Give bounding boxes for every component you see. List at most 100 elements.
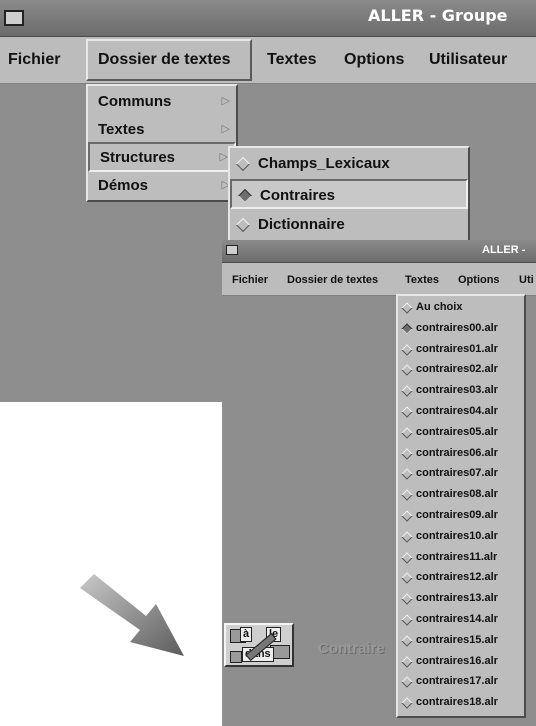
main-window-title: ALLER - Groupe [368,6,508,25]
menu-dossier-de-textes[interactable]: Dossier de textes [287,274,378,286]
textes-item[interactable]: contraires08.alr [398,485,524,505]
textes-item-label: contraires10.alr [416,529,498,542]
textes-item-label: contraires13.alr [416,592,498,605]
textes-item-label: contraires02.alr [416,363,498,376]
radio-icon [401,531,413,543]
secondary-window-title: ALLER - [482,244,526,256]
textes-item-label: contraires14.alr [416,613,498,625]
radio-icon [401,489,413,501]
textes-item[interactable]: contraires17.alr [398,672,524,692]
textes-item[interactable]: Au choix [398,298,524,318]
menu-utilisateur[interactable]: Utilisateur [429,51,507,69]
structures-item-label: Dictionnaire [258,216,345,233]
textes-item[interactable]: contraires18.alr [398,693,524,713]
textes-item-label: contraires08.alr [416,488,498,501]
textes-item-label: contraires01.alr [416,342,498,355]
radio-icon [401,427,413,439]
radio-selected-icon [401,323,413,335]
main-menubar: Fichier Dossier de textes Textes Options… [0,37,536,84]
radio-icon [401,364,413,377]
contraire-tool-button[interactable]: à le dans [224,623,294,667]
window-menu-icon[interactable] [4,10,24,26]
menu-options[interactable]: Options [458,274,500,286]
window-menu-icon[interactable] [226,245,238,255]
radio-icon [401,655,413,668]
radio-icon [401,406,413,418]
dossier-item-label: Textes [98,121,145,138]
dossier-item-demos[interactable]: Démos ▷ [88,172,236,200]
submenu-arrow-icon: ▷ [221,123,230,135]
radio-icon [401,468,413,481]
textes-item[interactable]: contraires04.alr [398,402,524,422]
radio-icon [401,302,413,314]
radio-icon [401,343,413,356]
dossier-item-communs[interactable]: Communs ▷ [88,88,236,116]
textes-item[interactable]: contraires02.alr [398,360,524,380]
menu-options[interactable]: Options [344,51,404,69]
textes-item[interactable]: contraires09.alr [398,506,524,526]
arrow-down-right-icon [80,574,184,656]
textes-item[interactable]: contraires05.alr [398,423,524,443]
textes-item[interactable]: contraires12.alr [398,568,524,588]
radio-icon [401,697,413,709]
textes-item-label: contraires06.alr [416,446,498,459]
structures-item-dictionnaire[interactable]: Dictionnaire [230,210,468,240]
menu-dossier-de-textes[interactable]: Dossier de textes [98,51,231,69]
tool-label: Contraire [318,640,385,657]
textes-item-label: contraires17.alr [416,675,498,688]
textes-item[interactable]: contraires14.alr [398,610,524,630]
structures-submenu: Champs_Lexicaux Contraires Dictionnaire [228,146,470,244]
tool-block-icon [230,651,242,663]
main-window-titlebar[interactable]: ALLER - Groupe [0,0,536,37]
radio-selected-icon [237,188,253,204]
textes-item-label: contraires04.alr [416,405,498,417]
textes-item[interactable]: contraires06.alr [398,444,524,464]
dossier-item-structures[interactable]: Structures ▷ [88,142,236,172]
radio-icon [401,676,413,689]
menu-textes[interactable]: Textes [405,274,439,286]
dossier-item-label: Démos [98,177,149,194]
textes-item-label: Au choix [416,301,463,313]
textes-item[interactable]: contraires13.alr [398,589,524,609]
secondary-window-titlebar[interactable]: ALLER - [222,240,536,263]
structures-item-contraires[interactable]: Contraires [230,179,468,209]
textes-item-label: contraires15.alr [416,633,498,646]
radio-icon [401,614,413,626]
radio-icon [401,510,413,522]
menu-utilisateur[interactable]: Uti [519,274,534,286]
menu-textes[interactable]: Textes [267,51,317,69]
radio-icon [401,572,413,585]
textes-item-label: contraires09.alr [416,509,498,521]
textes-item[interactable]: contraires03.alr [398,381,524,401]
textes-item-label: contraires16.alr [416,654,498,667]
menu-fichier[interactable]: Fichier [8,51,60,69]
textes-item-label: contraires07.alr [416,467,498,480]
radio-icon [401,385,413,397]
structures-item-label: Champs_Lexicaux [258,155,390,172]
textes-item-label: contraires00.alr [416,321,498,334]
submenu-arrow-icon: ▷ [219,151,228,163]
textes-item[interactable]: contraires00.alr [398,319,524,339]
radio-icon [401,593,413,605]
dossier-item-label: Structures [100,149,176,166]
textes-item-label: contraires03.alr [416,384,498,397]
textes-item-label: contraires12.alr [416,571,498,584]
dossier-item-label: Communs [98,93,172,110]
textes-item[interactable]: contraires15.alr [398,631,524,651]
radio-icon [235,156,251,172]
radio-icon [401,447,413,460]
menu-fichier[interactable]: Fichier [232,274,268,286]
dossier-item-textes[interactable]: Textes ▷ [88,116,236,144]
textes-item[interactable]: contraires10.alr [398,527,524,547]
textes-item[interactable]: contraires01.alr [398,340,524,360]
submenu-arrow-icon: ▷ [221,95,230,107]
textes-item[interactable]: contraires07.alr [398,464,524,484]
radio-icon [401,551,413,564]
textes-dropdown: Au choix contraires00.alr contraires01.alr… [396,294,526,718]
structures-item-label: Contraires [260,187,336,204]
structures-item-champs-lexicaux[interactable]: Champs_Lexicaux [230,149,468,179]
textes-item-label: contraires11.alr [416,550,498,563]
tool-word: à [240,627,253,642]
textes-item[interactable]: contraires16.alr [398,652,524,672]
textes-item[interactable]: contraires11.alr [398,548,524,568]
